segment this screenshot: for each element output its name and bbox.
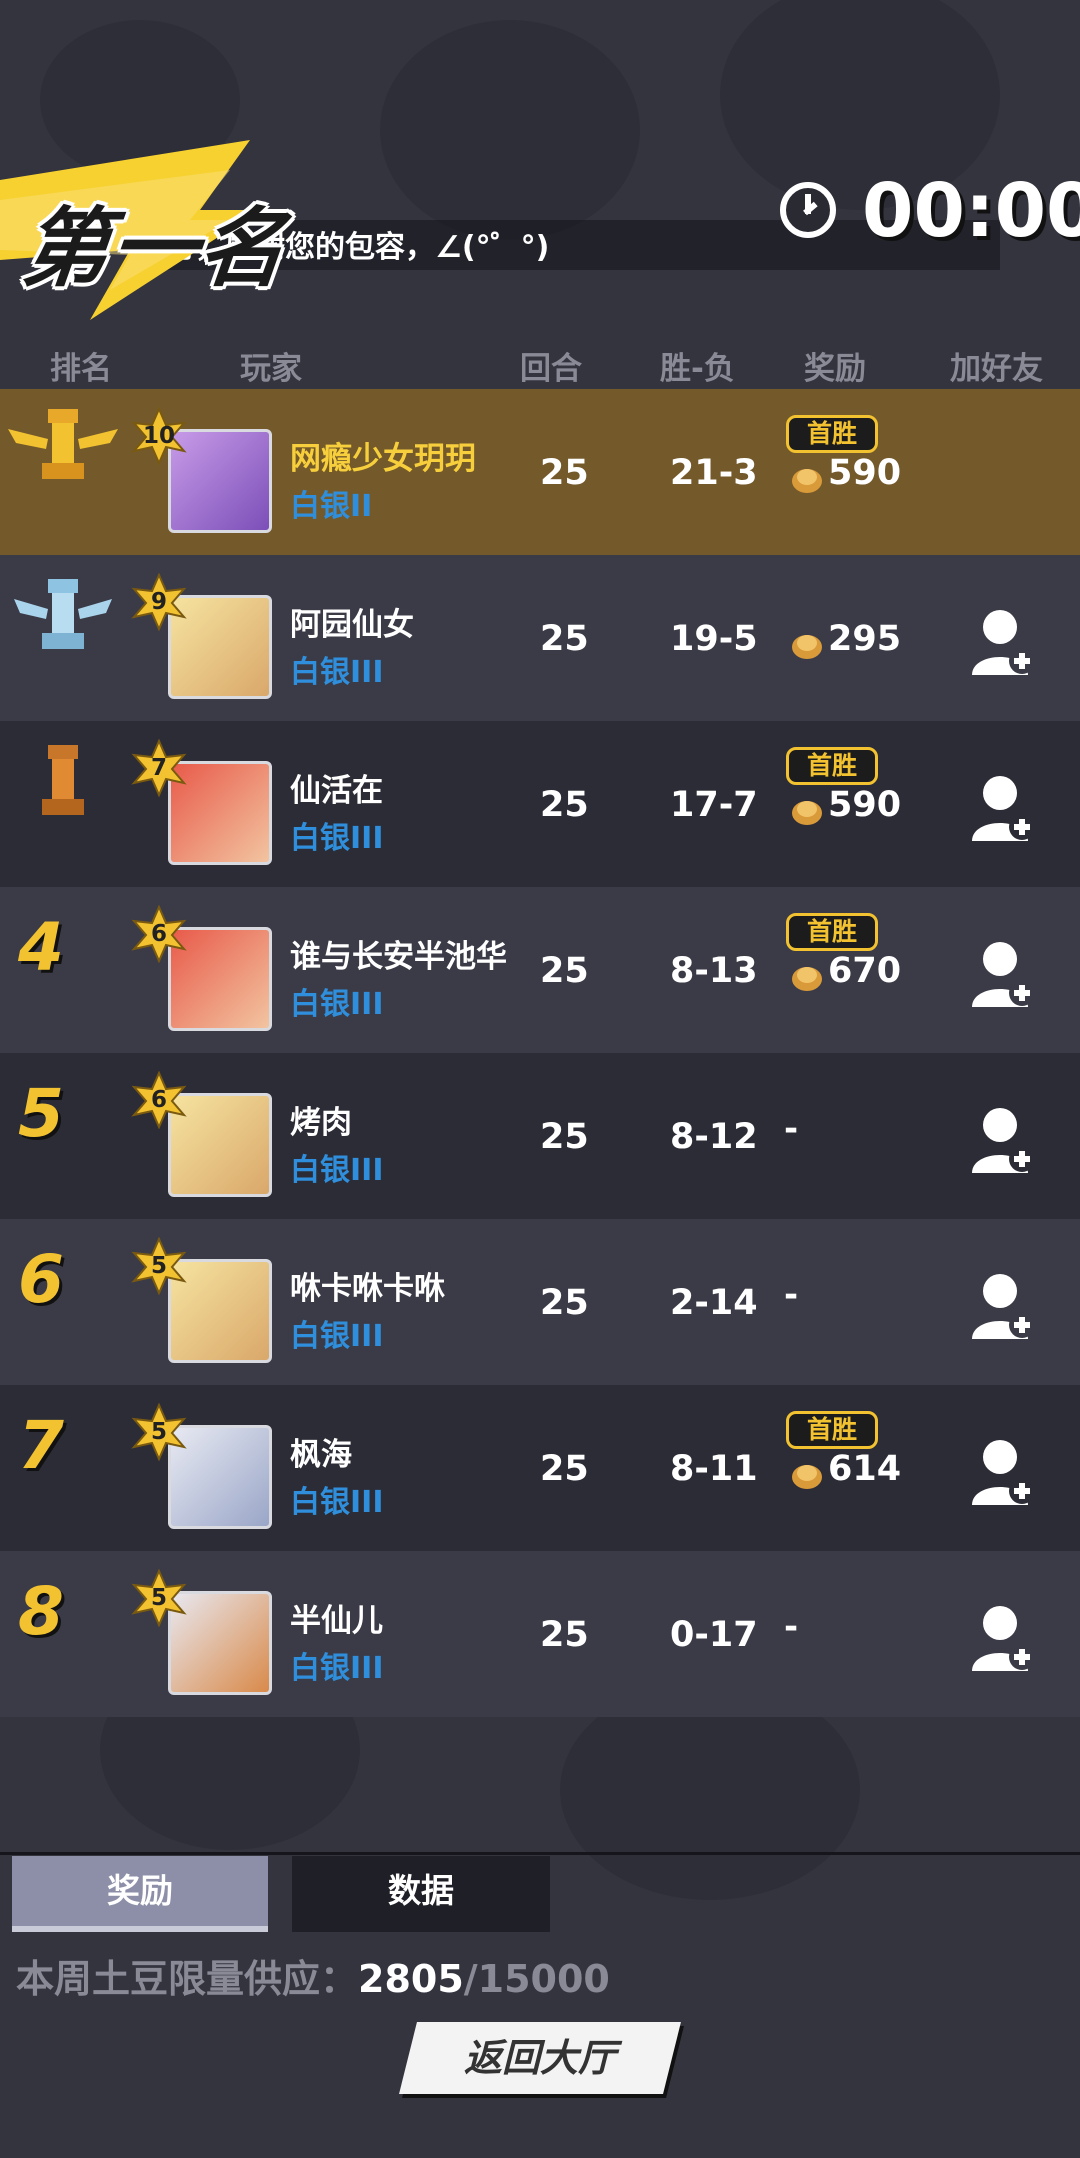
add-friend-icon[interactable] bbox=[970, 607, 1036, 677]
tab-rewards[interactable]: 奖励 bbox=[12, 1856, 268, 1932]
rounds-value: 25 bbox=[540, 1117, 589, 1157]
first-win-badge: 首胜 bbox=[786, 913, 878, 951]
player-name: 谁与长安半池华 bbox=[290, 939, 507, 975]
win-loss-value: 2-14 bbox=[670, 1283, 758, 1323]
player-name: 仙活在 bbox=[290, 773, 383, 809]
first-win-badge: 首胜 bbox=[786, 747, 878, 785]
col-rounds: 回合 bbox=[520, 351, 582, 387]
level-badge: 6 bbox=[150, 921, 167, 947]
potato-coin-icon bbox=[792, 635, 822, 659]
add-friend-icon[interactable] bbox=[970, 1437, 1036, 1507]
win-loss-value: 8-13 bbox=[670, 951, 758, 991]
player-name: 网瘾少女玥玥 bbox=[290, 441, 476, 477]
player-row[interactable]: 10 网瘾少女玥玥 白银II 25 21-3 首胜 590 bbox=[0, 389, 1080, 555]
first-win-badge: 首胜 bbox=[786, 1411, 878, 1449]
win-loss-value: 8-12 bbox=[670, 1117, 758, 1157]
rounds-value: 25 bbox=[540, 1283, 589, 1323]
rounds-value: 25 bbox=[540, 619, 589, 659]
tab-data[interactable]: 数据 bbox=[292, 1856, 550, 1932]
level-badge: 5 bbox=[150, 1419, 167, 1445]
level-badge: 9 bbox=[150, 589, 167, 615]
col-win-loss: 胜-负 bbox=[660, 351, 735, 387]
col-rank: 排名 bbox=[50, 351, 112, 387]
player-row[interactable]: 5 6 烤肉 白银III 25 8-12 - bbox=[0, 1053, 1080, 1219]
col-add-friend: 加好友 bbox=[950, 351, 1043, 387]
reward-value: 590 bbox=[828, 453, 902, 493]
supply-max: /15000 bbox=[463, 1957, 610, 2001]
player-row[interactable]: 7 5 枫海 白银III 25 8-11 首胜 614 bbox=[0, 1385, 1080, 1551]
potato-coin-icon bbox=[792, 801, 822, 825]
countdown-timer: 00:00 bbox=[862, 168, 1080, 254]
player-row[interactable]: 8 5 半仙儿 白银III 25 0-17 - bbox=[0, 1551, 1080, 1717]
player-name: 半仙儿 bbox=[290, 1603, 383, 1639]
player-row[interactable]: 4 6 谁与长安半池华 白银III 25 8-13 首胜 670 bbox=[0, 887, 1080, 1053]
player-tier: 白银III bbox=[290, 1485, 384, 1520]
back-to-lobby-label[interactable]: 返回大厅 bbox=[408, 2022, 672, 2094]
potato-coin-icon bbox=[792, 1465, 822, 1489]
rank-number: 8 bbox=[18, 1573, 64, 1650]
player-tier: 白银III bbox=[290, 1651, 384, 1686]
level-badge: 10 bbox=[142, 423, 175, 449]
add-friend-icon[interactable] bbox=[970, 1271, 1036, 1341]
player-name: 枫海 bbox=[290, 1437, 352, 1473]
player-tier: 白银III bbox=[290, 655, 384, 690]
potato-coin-icon bbox=[792, 469, 822, 493]
win-loss-value: 21-3 bbox=[670, 453, 758, 493]
rounds-value: 25 bbox=[540, 785, 589, 825]
player-tier: 白银II bbox=[290, 489, 373, 524]
player-name: 阿园仙女 bbox=[290, 607, 414, 643]
level-badge: 5 bbox=[150, 1585, 167, 1611]
clock-icon bbox=[780, 182, 836, 238]
player-row[interactable]: 7 仙活在 白银III 25 17-7 首胜 590 bbox=[0, 721, 1080, 887]
player-name: 烤肉 bbox=[290, 1105, 352, 1141]
player-tier: 白银III bbox=[290, 1153, 384, 1188]
reward-value: 590 bbox=[828, 785, 902, 825]
win-loss-value: 19-5 bbox=[670, 619, 758, 659]
potato-coin-icon bbox=[792, 967, 822, 991]
player-row[interactable]: 6 5 咻卡咻卡咻 白银III 25 2-14 - bbox=[0, 1219, 1080, 1385]
player-row[interactable]: 9 阿园仙女 白银III 25 19-5 295 bbox=[0, 555, 1080, 721]
player-name: 咻卡咻卡咻 bbox=[290, 1271, 445, 1307]
level-badge: 6 bbox=[150, 1087, 167, 1113]
reward-value: 614 bbox=[828, 1449, 902, 1489]
reward-value: - bbox=[784, 1275, 799, 1315]
col-reward: 奖励 bbox=[804, 351, 866, 387]
bronze-trophy-icon bbox=[42, 745, 84, 815]
add-friend-icon[interactable] bbox=[970, 1603, 1036, 1673]
add-friend-icon[interactable] bbox=[970, 939, 1036, 1009]
reward-value: - bbox=[784, 1607, 799, 1647]
add-friend-icon[interactable] bbox=[970, 1105, 1036, 1175]
rank-number: 5 bbox=[18, 1075, 64, 1152]
placement-title: 第一名 bbox=[17, 199, 293, 299]
rounds-value: 25 bbox=[540, 1449, 589, 1489]
tab-divider bbox=[0, 1852, 1080, 1855]
add-friend-icon[interactable] bbox=[970, 773, 1036, 843]
col-player: 玩家 bbox=[240, 351, 302, 387]
reward-value: - bbox=[784, 1109, 799, 1149]
player-tier: 白银III bbox=[290, 821, 384, 856]
rank-number: 7 bbox=[18, 1407, 64, 1484]
player-tier: 白银III bbox=[290, 987, 384, 1022]
silver-trophy-icon bbox=[14, 579, 112, 649]
supply-label: 本周土豆限量供应： bbox=[16, 1957, 359, 2001]
win-loss-value: 8-11 bbox=[670, 1449, 758, 1489]
rounds-value: 25 bbox=[540, 951, 589, 991]
player-tier: 白银III bbox=[290, 1319, 384, 1354]
level-badge: 7 bbox=[150, 755, 167, 781]
rounds-value: 25 bbox=[540, 1615, 589, 1655]
rank-number: 6 bbox=[18, 1241, 64, 1318]
reward-value: 295 bbox=[828, 619, 902, 659]
rounds-value: 25 bbox=[540, 453, 589, 493]
reward-value: 670 bbox=[828, 951, 902, 991]
supply-current: 2805 bbox=[358, 1957, 464, 2001]
win-loss-value: 0-17 bbox=[670, 1615, 758, 1655]
weekly-supply: 本周土豆限量供应：2805/15000 bbox=[16, 1948, 610, 2003]
gold-trophy-icon bbox=[8, 409, 118, 479]
level-badge: 5 bbox=[150, 1253, 167, 1279]
win-loss-value: 17-7 bbox=[670, 785, 758, 825]
rank-number: 4 bbox=[18, 909, 64, 986]
first-win-badge: 首胜 bbox=[786, 415, 878, 453]
bg-doodle bbox=[380, 20, 640, 240]
